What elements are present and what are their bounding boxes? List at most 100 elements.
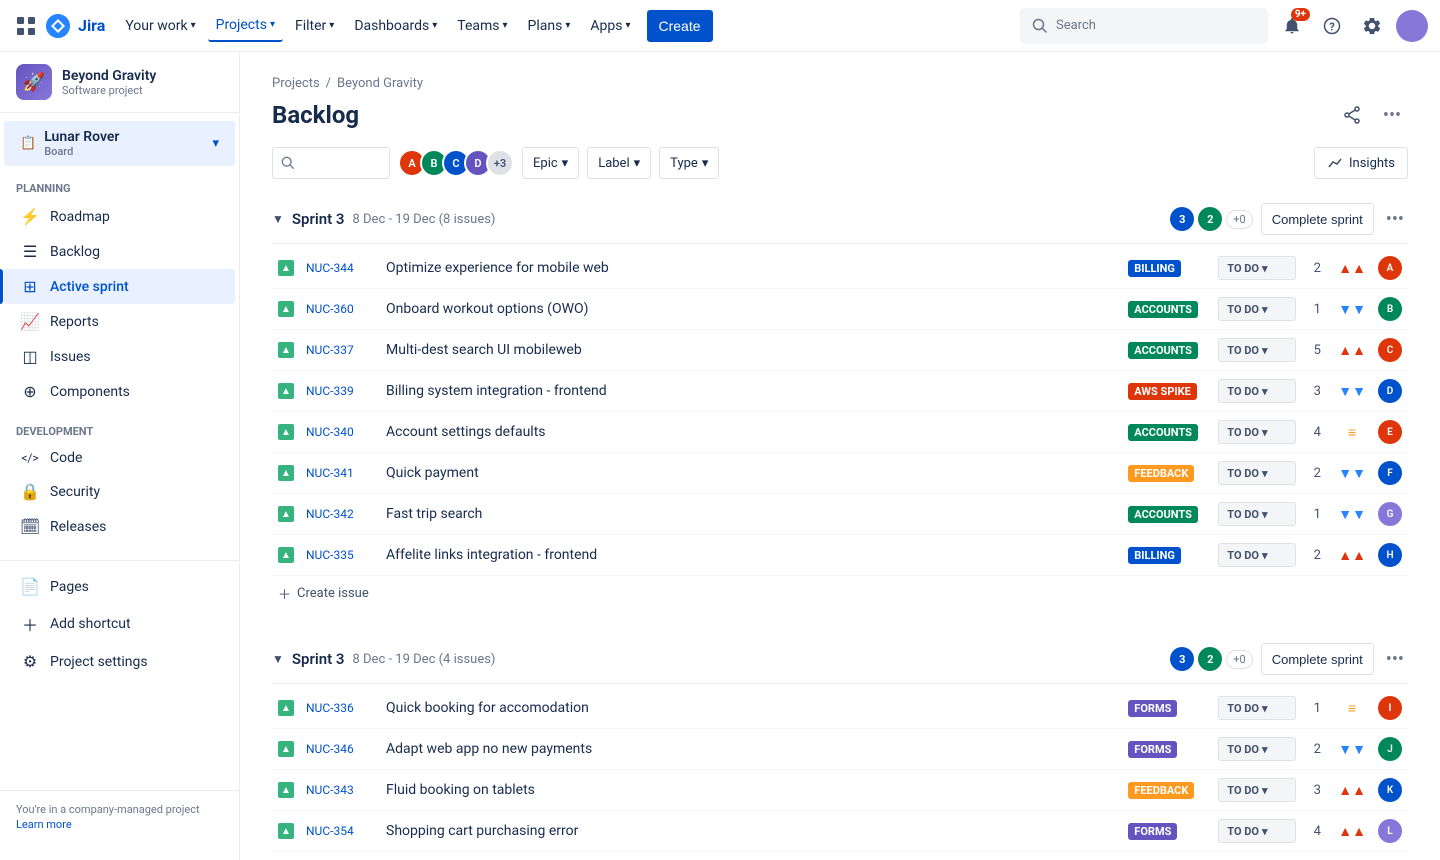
complete-sprint-2-button[interactable]: Complete sprint <box>1261 643 1374 675</box>
epic-filter[interactable]: Epic ▾ <box>522 147 579 179</box>
sprint-1-create-issue[interactable]: ＋ Create issue <box>272 576 1408 611</box>
issue-label[interactable]: FEEDBACK <box>1128 782 1194 799</box>
notifications-button[interactable]: 9+ <box>1276 10 1308 42</box>
issue-label[interactable]: BILLING <box>1128 260 1181 277</box>
status-button[interactable]: TO DO ▾ <box>1218 737 1296 761</box>
issue-label[interactable]: ACCOUNTS <box>1128 342 1198 359</box>
issue-label[interactable]: ACCOUNTS <box>1128 506 1198 523</box>
issue-key[interactable]: NUC-341 <box>306 466 354 480</box>
issue-key[interactable]: NUC-354 <box>306 824 354 838</box>
help-button[interactable]: ? <box>1316 10 1348 42</box>
issue-key[interactable]: NUC-339 <box>306 384 354 398</box>
sidebar-item-project-settings[interactable]: ⚙ Project settings <box>4 644 235 679</box>
issue-label[interactable]: AWS SPIKE <box>1128 383 1197 400</box>
issue-label[interactable]: ACCOUNTS <box>1128 424 1198 441</box>
sprint-1-toggle[interactable]: ▼ <box>272 212 284 226</box>
avatar-filter-more[interactable]: +3 <box>486 149 514 177</box>
issue-label[interactable]: FORMS <box>1128 700 1177 717</box>
issue-key[interactable]: NUC-346 <box>306 742 354 756</box>
jira-logo[interactable]: Jira <box>44 12 105 40</box>
table-row[interactable]: ▲ NUC-343 Fluid booking on tablets FEEDB… <box>272 770 1408 811</box>
sidebar-item-issues[interactable]: ◫ Issues <box>4 339 235 374</box>
table-row[interactable]: ▲ NUC-360 Onboard workout options (OWO) … <box>272 289 1408 330</box>
breadcrumb-project-name[interactable]: Beyond Gravity <box>337 76 423 91</box>
avatar-filter[interactable]: A B C D +3 <box>398 149 514 177</box>
filter-menu[interactable]: Filter ▾ <box>287 10 342 42</box>
share-button[interactable] <box>1336 99 1368 131</box>
insights-button[interactable]: Insights <box>1314 147 1408 179</box>
sidebar-item-code[interactable]: </> Code <box>4 442 235 474</box>
sidebar-item-components[interactable]: ⊕ Components <box>4 374 235 409</box>
issue-key[interactable]: NUC-337 <box>306 343 354 357</box>
sidebar-item-add-shortcut[interactable]: ＋ Add shortcut <box>4 604 235 644</box>
issue-label[interactable]: BILLING <box>1128 547 1181 564</box>
your-work-menu[interactable]: Your work ▾ <box>117 10 203 42</box>
issue-key[interactable]: NUC-340 <box>306 425 354 439</box>
sidebar-item-pages[interactable]: 📄 Pages <box>4 569 235 604</box>
issue-label[interactable]: FORMS <box>1128 823 1177 840</box>
user-avatar[interactable] <box>1396 10 1428 42</box>
issue-key[interactable]: NUC-335 <box>306 548 354 562</box>
issue-key[interactable]: NUC-343 <box>306 783 354 797</box>
table-row[interactable]: ▲ NUC-340 Account settings defaults ACCO… <box>272 412 1408 453</box>
issue-label[interactable]: ACCOUNTS <box>1128 301 1198 318</box>
apps-menu[interactable]: Apps ▾ <box>582 10 638 42</box>
issue-key[interactable]: NUC-360 <box>306 302 354 316</box>
status-button[interactable]: TO DO ▾ <box>1218 297 1296 321</box>
table-row[interactable]: ▲ NUC-342 Fast trip search ACCOUNTS TO D… <box>272 494 1408 535</box>
learn-more-link[interactable]: Learn more <box>16 818 72 831</box>
issue-label[interactable]: FEEDBACK <box>1128 465 1194 482</box>
issue-key[interactable]: NUC-344 <box>306 261 354 275</box>
table-row[interactable]: ▲ NUC-335 Affelite links integration - f… <box>272 535 1408 576</box>
status-button[interactable]: TO DO ▾ <box>1218 256 1296 280</box>
search-input[interactable] <box>301 156 381 171</box>
label-filter[interactable]: Label ▾ <box>587 147 651 179</box>
table-row[interactable]: ▲ NUC-337 Multi-dest search UI mobileweb… <box>272 330 1408 371</box>
table-row[interactable]: ▲ NUC-344 Optimize experience for mobile… <box>272 248 1408 289</box>
table-row[interactable]: ▲ NUC-336 Quick booking for accomodation… <box>272 688 1408 729</box>
create-issue-label: Create issue <box>297 586 369 601</box>
issue-key[interactable]: NUC-342 <box>306 507 354 521</box>
sidebar-item-backlog[interactable]: ☰ Backlog <box>4 234 235 269</box>
breadcrumb-projects[interactable]: Projects <box>272 76 320 91</box>
board-selector[interactable]: 📋 Lunar Rover Board ▾ <box>4 121 235 166</box>
complete-sprint-1-button[interactable]: Complete sprint <box>1261 203 1374 235</box>
issue-key[interactable]: NUC-336 <box>306 701 354 715</box>
sidebar-item-roadmap[interactable]: ⚡ Roadmap <box>4 199 235 234</box>
status-button[interactable]: TO DO ▾ <box>1218 461 1296 485</box>
status-button[interactable]: TO DO ▾ <box>1218 543 1296 567</box>
status-button[interactable]: TO DO ▾ <box>1218 338 1296 362</box>
status-button[interactable]: TO DO ▾ <box>1218 379 1296 403</box>
status-button[interactable]: TO DO ▾ <box>1218 420 1296 444</box>
sprint-2-toggle[interactable]: ▼ <box>272 652 284 666</box>
sprint-1-more-button[interactable]: ••• <box>1382 209 1408 230</box>
status-button[interactable]: TO DO ▾ <box>1218 502 1296 526</box>
table-row[interactable]: ▲ NUC-354 Shopping cart purchasing error… <box>272 811 1408 852</box>
sidebar-item-releases[interactable]: 🗓 Releases <box>4 509 235 544</box>
more-options-button[interactable]: ••• <box>1376 99 1408 131</box>
teams-menu[interactable]: Teams ▾ <box>449 10 515 42</box>
sidebar-item-security[interactable]: 🔒 Security <box>4 474 235 509</box>
status-button[interactable]: TO DO ▾ <box>1218 778 1296 802</box>
table-row[interactable]: ▲ NUC-346 Adapt web app no new payments … <box>272 729 1408 770</box>
type-filter[interactable]: Type ▾ <box>659 147 719 179</box>
projects-menu[interactable]: Projects ▾ <box>208 10 283 42</box>
sprint-2-create-issue[interactable]: ＋ Create issue <box>272 852 1408 860</box>
table-row[interactable]: ▲ NUC-341 Quick payment FEEDBACK TO DO ▾ <box>272 453 1408 494</box>
reports-icon: 📈 <box>20 312 40 331</box>
status-button[interactable]: TO DO ▾ <box>1218 696 1296 720</box>
project-header[interactable]: 🚀 Beyond Gravity Software project <box>0 52 239 113</box>
table-row[interactable]: ▲ NUC-339 Billing system integration - f… <box>272 371 1408 412</box>
plans-menu[interactable]: Plans ▾ <box>520 10 579 42</box>
sprint-2-more-button[interactable]: ••• <box>1382 649 1408 670</box>
status-button[interactable]: TO DO ▾ <box>1218 819 1296 843</box>
dashboards-menu[interactable]: Dashboards ▾ <box>346 10 445 42</box>
create-button[interactable]: Create <box>647 10 713 42</box>
settings-button[interactable] <box>1356 10 1388 42</box>
issue-label[interactable]: FORMS <box>1128 741 1177 758</box>
sidebar-item-reports[interactable]: 📈 Reports <box>4 304 235 339</box>
sidebar-item-active-sprint[interactable]: ⊞ Active sprint <box>4 269 235 304</box>
backlog-search[interactable] <box>272 147 390 179</box>
search-box[interactable]: Search <box>1020 8 1268 44</box>
apps-grid-icon[interactable] <box>12 12 40 40</box>
